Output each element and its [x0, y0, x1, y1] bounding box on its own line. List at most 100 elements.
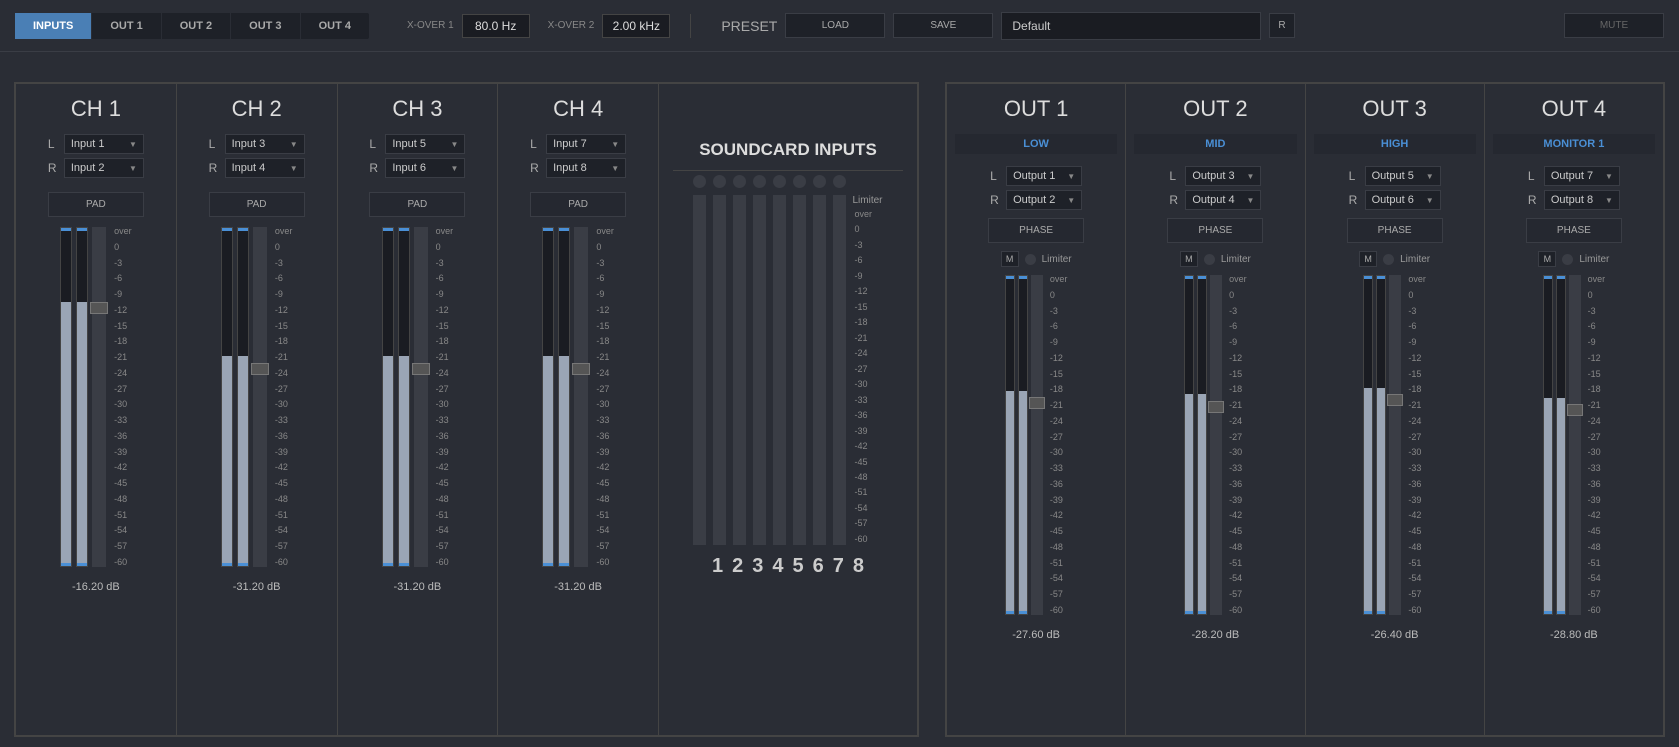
preset-name-field[interactable]	[1001, 12, 1261, 40]
db-readout: -31.20 dB	[394, 581, 442, 593]
tab-out4[interactable]: OUT 4	[301, 13, 369, 39]
input-l-select[interactable]: Input 1▼	[64, 134, 144, 154]
tab-out2[interactable]: OUT 2	[162, 13, 231, 39]
input-l-select[interactable]: Input 7▼	[546, 134, 626, 154]
input-channel-1: CH 1 L Input 1▼ R Input 2▼ PAD over0-3-6…	[16, 84, 177, 735]
limiter-label: Limiter	[852, 195, 882, 206]
channel-subtitle[interactable]: MONITOR 1	[1493, 134, 1655, 154]
chevron-down-icon: ▼	[290, 164, 298, 173]
l-label: L	[990, 169, 1000, 183]
channel-subtitle[interactable]: MID	[1134, 134, 1296, 154]
meter-left	[60, 227, 72, 567]
phase-button[interactable]: PHASE	[1347, 218, 1443, 243]
xover-1-group: X-OVER 1	[407, 14, 530, 38]
output-r-select[interactable]: Output 4▼	[1185, 190, 1261, 210]
gain-slider[interactable]	[92, 227, 106, 567]
tab-inputs[interactable]: INPUTS	[15, 13, 92, 39]
soundcard-numbers: 12345678	[712, 555, 864, 578]
clip-led	[693, 175, 706, 188]
xover-1-input[interactable]	[462, 14, 530, 38]
gain-slider[interactable]	[1031, 275, 1043, 615]
output-r-select[interactable]: Output 6▼	[1365, 190, 1441, 210]
channel-mute-button[interactable]: M	[1001, 251, 1019, 267]
tab-out3[interactable]: OUT 3	[231, 13, 300, 39]
chevron-down-icon: ▼	[1605, 196, 1613, 205]
clip-led	[733, 175, 746, 188]
input-r-select[interactable]: Input 4▼	[225, 158, 305, 178]
channel-mute-button[interactable]: M	[1359, 251, 1377, 267]
db-scale: over0-3-6-9-12-15-18-21-24-27-30-33-36-3…	[1408, 275, 1426, 615]
channel-mute-button[interactable]: M	[1538, 251, 1556, 267]
mute-button[interactable]: MUTE	[1564, 13, 1664, 38]
gain-slider[interactable]	[1389, 275, 1401, 615]
chevron-down-icon: ▼	[450, 140, 458, 149]
r-label: R	[369, 161, 379, 175]
input-r-select[interactable]: Input 6▼	[385, 158, 465, 178]
channel-subtitle[interactable]: HIGH	[1314, 134, 1476, 154]
preset-r-button[interactable]: R	[1269, 13, 1294, 38]
save-button[interactable]: SAVE	[893, 13, 993, 38]
meter-area: over0-3-6-9-12-15-18-21-24-27-30-33-36-3…	[1543, 275, 1606, 615]
l-label: L	[209, 137, 219, 151]
input-r-select[interactable]: Input 8▼	[546, 158, 626, 178]
input-r-select[interactable]: Input 2▼	[64, 158, 144, 178]
inputs-panel: CH 1 L Input 1▼ R Input 2▼ PAD over0-3-6…	[14, 82, 919, 737]
l-label: L	[1169, 169, 1179, 183]
input-l-select[interactable]: Input 3▼	[225, 134, 305, 154]
output-r-select[interactable]: Output 2▼	[1006, 190, 1082, 210]
phase-button[interactable]: PHASE	[988, 218, 1084, 243]
gain-slider[interactable]	[414, 227, 428, 567]
db-scale: over0-3-6-9-12-15-18-21-24-27-30-33-36-3…	[275, 227, 293, 567]
meter-area: over0-3-6-9-12-15-18-21-24-27-30-33-36-3…	[60, 227, 132, 567]
meter-area: over0-3-6-9-12-15-18-21-24-27-30-33-36-3…	[382, 227, 454, 567]
meter-area: over0-3-6-9-12-15-18-21-24-27-30-33-36-3…	[542, 227, 614, 567]
l-label: L	[1349, 169, 1359, 183]
output-r-select[interactable]: Output 8▼	[1544, 190, 1620, 210]
phase-button[interactable]: PHASE	[1167, 218, 1263, 243]
r-label: R	[530, 161, 540, 175]
meter-area: over0-3-6-9-12-15-18-21-24-27-30-33-36-3…	[1005, 275, 1068, 615]
load-button[interactable]: LOAD	[785, 13, 885, 38]
channel-subtitle[interactable]: LOW	[955, 134, 1117, 154]
chevron-down-icon: ▼	[1246, 196, 1254, 205]
phase-button[interactable]: PHASE	[1526, 218, 1622, 243]
meter-left	[221, 227, 233, 567]
gain-slider[interactable]	[1569, 275, 1581, 615]
chevron-down-icon: ▼	[1426, 172, 1434, 181]
l-label: L	[48, 137, 58, 151]
xover-1-label: X-OVER 1	[407, 20, 454, 31]
output-l-select[interactable]: Output 5▼	[1365, 166, 1441, 186]
chevron-down-icon: ▼	[450, 164, 458, 173]
output-l-select[interactable]: Output 3▼	[1185, 166, 1261, 186]
clip-led	[813, 175, 826, 188]
db-scale: over0-3-6-9-12-15-18-21-24-27-30-33-36-3…	[1050, 275, 1068, 615]
pad-button[interactable]: PAD	[369, 192, 465, 217]
xover-2-input[interactable]	[602, 14, 670, 38]
tab-out1[interactable]: OUT 1	[92, 13, 161, 39]
output-l-select[interactable]: Output 1▼	[1006, 166, 1082, 186]
channel-mute-button[interactable]: M	[1180, 251, 1198, 267]
chevron-down-icon: ▼	[1067, 172, 1075, 181]
soundcard-title: SOUNDCARD INPUTS	[699, 140, 877, 160]
db-scale: over0-3-6-9-12-15-18-21-24-27-30-33-36-3…	[596, 227, 614, 567]
db-readout: -31.20 dB	[554, 581, 602, 593]
input-channel-2: CH 2 L Input 3▼ R Input 4▼ PAD over0-3-6…	[177, 84, 338, 735]
soundcard-meters	[693, 195, 846, 545]
output-channel-4: OUT 4 MONITOR 1 L Output 7▼ R Output 8▼ …	[1485, 84, 1663, 735]
pad-button[interactable]: PAD	[530, 192, 626, 217]
gain-slider[interactable]	[253, 227, 267, 567]
l-label: L	[530, 137, 540, 151]
gain-slider[interactable]	[574, 227, 588, 567]
l-label: L	[369, 137, 379, 151]
output-l-select[interactable]: Output 7▼	[1544, 166, 1620, 186]
mute-row: M Limiter	[1001, 251, 1072, 267]
meter-area: over0-3-6-9-12-15-18-21-24-27-30-33-36-3…	[1363, 275, 1426, 615]
input-l-select[interactable]: Input 5▼	[385, 134, 465, 154]
pad-button[interactable]: PAD	[209, 192, 305, 217]
pad-button[interactable]: PAD	[48, 192, 144, 217]
channel-title: OUT 2	[1183, 96, 1247, 122]
gain-slider[interactable]	[1210, 275, 1222, 615]
sc-meter-8	[833, 195, 846, 545]
r-label: R	[1349, 193, 1359, 207]
chevron-down-icon: ▼	[290, 140, 298, 149]
